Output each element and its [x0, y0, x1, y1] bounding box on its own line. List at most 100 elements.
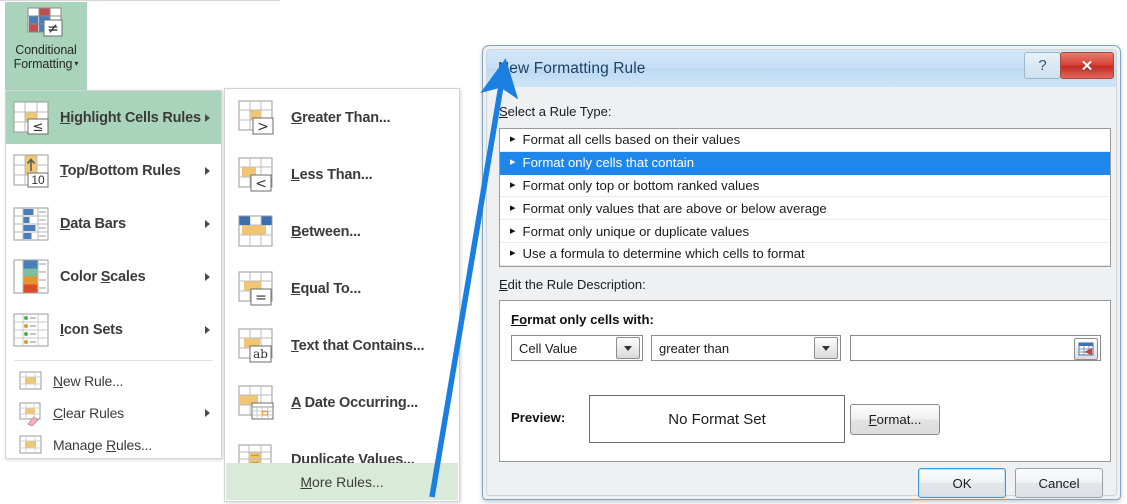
chevron-right-icon [205, 113, 210, 122]
menu-item-top-bottom-rules[interactable]: 10 Top/Bottom Rules [6, 144, 221, 197]
rule-type-list[interactable]: ▸ Format all cells based on their values … [499, 128, 1111, 267]
clear-rules-icon [18, 400, 44, 427]
chevron-down-icon[interactable] [616, 337, 640, 359]
menu-item-label: Color Scales [60, 268, 146, 285]
conditional-formatting-label-line2: Formatting ▾ [13, 57, 79, 71]
menu-item-new-rule[interactable]: New Rule... [6, 365, 221, 397]
window-buttons: ? ✕ [1024, 52, 1114, 79]
data-bars-icon [12, 204, 52, 244]
submenu-item-text-that-contains[interactable]: ab Text that Contains... [225, 317, 459, 374]
rule-type-option[interactable]: ▸ Format all cells based on their values [500, 129, 1110, 152]
new-formatting-rule-dialog: New Formatting Rule ? ✕ Select a Rule Ty… [482, 45, 1121, 500]
bullet-icon: ▸ [510, 247, 516, 260]
rule-description-panel: Format only cells with: Cell Value great… [499, 300, 1111, 462]
format-only-cells-with-label: Format only cells with: [511, 312, 654, 327]
menu-divider [14, 360, 213, 361]
menu-item-label: Manage Rules... [53, 437, 152, 453]
conditional-formatting-icon: ≠ [24, 6, 68, 40]
menu-item-label: Clear Rules [53, 405, 124, 421]
rule-type-option[interactable]: ▸ Use a formula to determine which cells … [500, 243, 1110, 266]
ok-button[interactable]: OK [918, 468, 1006, 498]
rule-type-option[interactable]: ▸ Format only values that are above or be… [500, 197, 1110, 221]
cancel-button[interactable]: Cancel [1015, 468, 1103, 498]
date-occurring-icon [237, 383, 277, 423]
bullet-icon: ▸ [510, 156, 516, 169]
less-than-icon: < [237, 155, 277, 195]
menu-item-manage-rules[interactable]: Manage Rules... [6, 429, 221, 461]
svg-text:=: = [255, 290, 267, 306]
cell-value-dropdown-value: Cell Value [519, 340, 578, 356]
color-scales-icon [12, 257, 52, 297]
submenu-item-greater-than[interactable]: > Greater Than... [225, 89, 459, 146]
submenu-item-between[interactable]: Between... [225, 203, 459, 260]
chevron-right-icon [205, 409, 210, 417]
chevron-down-icon[interactable] [814, 337, 838, 359]
value-input[interactable] [850, 335, 1101, 361]
bullet-icon: ▸ [510, 133, 516, 146]
menu-item-label: Highlight Cells Rules [60, 109, 201, 126]
svg-text:10: 10 [31, 173, 45, 187]
menu-item-clear-rules[interactable]: Clear Rules [6, 397, 221, 429]
submenu-item-label: Text that Contains... [291, 337, 425, 354]
between-icon [237, 212, 277, 252]
rule-type-option-selected[interactable]: ▸ Format only cells that contain [500, 151, 1110, 175]
rule-type-option[interactable]: ▸ Format only unique or duplicate values [500, 220, 1110, 243]
highlight-cells-rules-icon: ≤ [12, 98, 52, 138]
menu-item-color-scales[interactable]: Color Scales [6, 250, 221, 303]
submenu-item-label: Between... [291, 223, 361, 240]
more-rules-label: More Rules... [300, 474, 384, 490]
submenu-item-less-than[interactable]: < Less Than... [225, 146, 459, 203]
ribbon-top-edge [0, 0, 280, 1]
icon-sets-icon [12, 310, 52, 350]
dialog-inner: New Formatting Rule ? ✕ Select a Rule Ty… [486, 49, 1117, 498]
close-icon[interactable]: ✕ [1060, 52, 1114, 79]
dialog-titlebar[interactable]: New Formatting Rule ? ✕ [487, 50, 1116, 87]
dialog-body: Select a Rule Type: ▸ Format all cells ba… [487, 87, 1116, 498]
greater-than-icon: > [237, 98, 277, 138]
submenu-item-label: A Date Occurring... [291, 394, 418, 411]
new-rule-icon [18, 368, 44, 394]
highlight-cells-rules-submenu[interactable]: > Greater Than... < Less Than... Between… [224, 88, 460, 502]
chevron-right-icon [205, 272, 210, 281]
menu-item-highlight-cells-rules[interactable]: ≤ Highlight Cells Rules [6, 91, 221, 144]
bullet-icon: ▸ [510, 178, 516, 191]
submenu-item-more-rules[interactable]: More Rules... [226, 463, 458, 500]
menu-item-icon-sets[interactable]: Icon Sets [6, 303, 221, 356]
help-icon[interactable]: ? [1024, 52, 1061, 79]
menu-item-data-bars[interactable]: Data Bars [6, 197, 221, 250]
chevron-right-icon [205, 166, 210, 175]
submenu-item-label: Equal To... [291, 280, 362, 297]
operator-dropdown-value: greater than [659, 340, 730, 356]
svg-text:≤: ≤ [33, 120, 44, 135]
rule-type-option[interactable]: ▸ Format only top or bottom ranked values [500, 175, 1110, 198]
chevron-down-icon: ▾ [74, 59, 79, 68]
equal-to-icon: = [237, 269, 277, 309]
svg-text:>: > [257, 119, 269, 135]
range-selector-icon[interactable] [1074, 338, 1098, 360]
conditional-formatting-menu[interactable]: ≤ Highlight Cells Rules 10 Top/Bottom Ru… [5, 90, 222, 459]
conditional-formatting-icon-svg: ≠ [27, 7, 63, 37]
menu-item-label: New Rule... [53, 373, 124, 389]
submenu-item-a-date-occurring[interactable]: A Date Occurring... [225, 374, 459, 431]
top-bottom-rules-icon: 10 [12, 151, 52, 191]
preview-box: No Format Set [589, 395, 845, 443]
svg-text:≠: ≠ [47, 21, 59, 37]
conditional-formatting-label-line1: Conditional [15, 43, 77, 57]
submenu-item-label: Less Than... [291, 166, 373, 183]
submenu-item-label: Greater Than... [291, 109, 391, 126]
text-contains-icon: ab [237, 326, 277, 366]
svg-text:ab: ab [253, 347, 268, 361]
svg-text:<: < [255, 176, 267, 192]
operator-dropdown[interactable]: greater than [651, 335, 841, 361]
conditional-formatting-button[interactable]: ≠ Conditional Formatting ▾ [5, 2, 87, 90]
cell-value-dropdown[interactable]: Cell Value [511, 335, 643, 361]
menu-item-label: Icon Sets [60, 321, 123, 338]
chevron-right-icon [205, 219, 210, 228]
format-button[interactable]: Format... [850, 404, 940, 435]
bullet-icon: ▸ [510, 224, 516, 237]
edit-rule-description-label: Edit the Rule Description: [499, 277, 646, 292]
submenu-item-equal-to[interactable]: = Equal To... [225, 260, 459, 317]
bullet-icon: ▸ [510, 201, 516, 214]
manage-rules-icon [18, 432, 44, 458]
preview-label: Preview: [511, 410, 566, 425]
